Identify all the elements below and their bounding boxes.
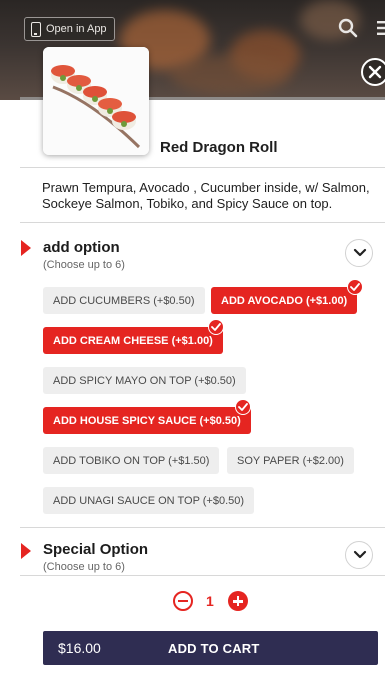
close-icon[interactable] <box>361 58 385 86</box>
section-subtitle: (Choose up to 6) <box>43 259 125 271</box>
open-in-app-button[interactable]: Open in App <box>24 17 115 41</box>
product-description: Prawn Tempura, Avocado , Cucumber inside… <box>42 180 370 211</box>
quantity-value: 1 <box>206 593 214 609</box>
option-add-cream-cheese[interactable]: ADD CREAM CHEESE (+$1.00) <box>43 327 223 354</box>
section-subtitle: (Choose up to 6) <box>43 561 125 573</box>
option-add-cucumbers[interactable]: ADD CUCUMBERS (+$0.50) <box>43 287 205 314</box>
option-add-avocado[interactable]: ADD AVOCADO (+$1.00) <box>211 287 358 314</box>
search-icon[interactable] <box>337 17 359 39</box>
divider <box>20 222 385 223</box>
plus-icon[interactable] <box>228 591 248 611</box>
menu-icon[interactable] <box>375 20 385 36</box>
section-marker-icon <box>21 543 31 559</box>
section-title-add-option: add option <box>43 239 120 256</box>
option-add-unagi-sauce[interactable]: ADD UNAGI SAUCE ON TOP (+$0.50) <box>43 487 255 514</box>
option-add-house-spicy-sauce[interactable]: ADD HOUSE SPICY SAUCE (+$0.50) <box>43 407 251 434</box>
section-marker-icon <box>21 240 31 256</box>
phone-icon <box>31 21 41 37</box>
chevron-down-icon[interactable] <box>345 239 373 267</box>
check-icon <box>347 279 363 295</box>
product-image <box>43 47 149 155</box>
add-to-cart-label: ADD TO CART <box>168 641 260 656</box>
check-icon <box>235 399 251 415</box>
section-title-special-option: Special Option <box>43 541 149 558</box>
option-soy-paper[interactable]: SOY PAPER (+$2.00) <box>227 447 354 474</box>
option-add-tobiko[interactable]: ADD TOBIKO ON TOP (+$1.50) <box>43 447 220 474</box>
minus-icon[interactable] <box>173 591 193 611</box>
add-to-cart-button[interactable]: $16.00 ADD TO CART <box>43 631 378 665</box>
chevron-down-icon[interactable] <box>345 541 373 569</box>
divider <box>20 575 385 576</box>
divider <box>20 527 385 528</box>
divider <box>20 167 385 168</box>
option-add-spicy-mayo[interactable]: ADD SPICY MAYO ON TOP (+$0.50) <box>43 367 246 394</box>
open-in-app-label: Open in App <box>46 23 107 35</box>
cart-price: $16.00 <box>58 640 101 656</box>
check-icon <box>208 319 224 335</box>
product-title: Red Dragon Roll <box>160 139 278 156</box>
